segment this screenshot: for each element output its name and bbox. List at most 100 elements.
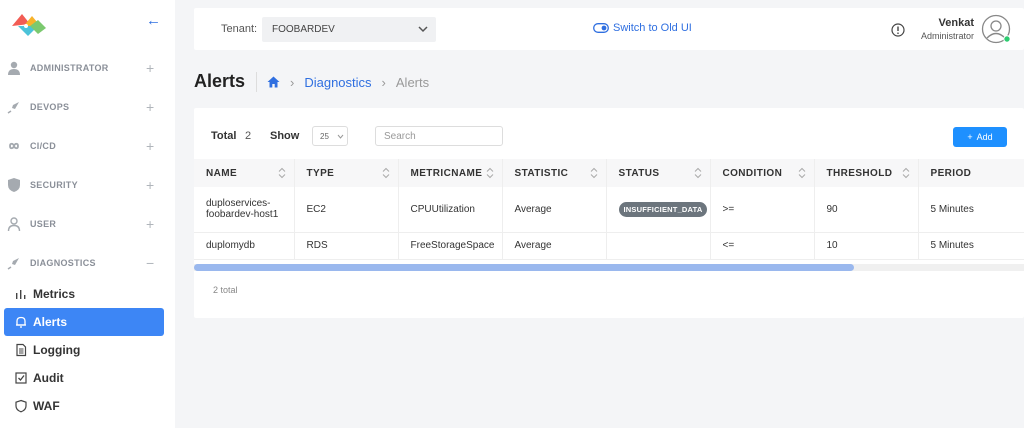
toggle-icon xyxy=(593,23,609,33)
column-header-condition[interactable]: CONDITION xyxy=(710,159,815,187)
sort-icon[interactable] xyxy=(902,167,910,179)
top-bar: Tenant: FOOBARDEV Switch to Old UI Venka… xyxy=(194,8,1024,50)
column-label: PERIOD xyxy=(930,167,972,179)
page-size-select[interactable]: 25 xyxy=(312,126,348,146)
sidebar-item-alerts[interactable]: Alerts xyxy=(4,308,164,336)
cell-status: INSUFFICIENT_DATA xyxy=(606,187,711,233)
page-size-value: 25 xyxy=(320,132,329,141)
tenant-label: Tenant: xyxy=(221,23,258,35)
sidebar-item-logging[interactable]: Logging xyxy=(4,336,164,364)
cell-threshold: 90 xyxy=(814,187,919,233)
sidebar-item-metrics[interactable]: Metrics xyxy=(4,280,164,308)
plus-icon: + xyxy=(967,132,973,142)
cell-type: RDS xyxy=(294,232,399,260)
cell-statistic: Average xyxy=(502,187,607,233)
column-label: STATUS xyxy=(618,167,660,179)
alerts-table: NAME TYPE METRICNAME STATISTIC STATUS CO… xyxy=(194,159,1024,260)
expand-icon[interactable]: + xyxy=(146,138,154,154)
bar-chart-icon xyxy=(14,287,28,301)
chevron-down-icon xyxy=(337,133,344,140)
switch-old-ui-link[interactable]: Switch to Old UI xyxy=(593,22,692,34)
sidebar-item-label: Alerts xyxy=(33,315,68,329)
alerts-card: Total 2 Show 25 + Add NAME TYPE METRICNA… xyxy=(194,108,1024,318)
search-input[interactable] xyxy=(375,126,503,146)
nav-label: CI/CD xyxy=(30,141,56,151)
expand-icon[interactable]: + xyxy=(146,99,154,115)
breadcrumb-diagnostics[interactable]: Diagnostics xyxy=(304,75,371,90)
nav-cicd[interactable]: CI/CD + xyxy=(0,134,175,158)
sort-icon[interactable] xyxy=(278,167,286,179)
home-icon[interactable] xyxy=(267,76,280,88)
sidebar-item-audit[interactable]: Audit xyxy=(4,364,164,392)
table-footer-total: 2 total xyxy=(213,285,238,295)
column-label: NAME xyxy=(206,167,238,179)
column-header-type[interactable]: TYPE xyxy=(294,159,399,187)
sort-icon[interactable] xyxy=(382,167,390,179)
column-header-name[interactable]: NAME xyxy=(194,159,295,187)
cell-type: EC2 xyxy=(294,187,399,233)
column-label: THRESHOLD xyxy=(826,167,893,179)
sort-icon[interactable] xyxy=(590,167,598,179)
cell-period: 5 Minutes xyxy=(918,232,1024,260)
sort-icon[interactable] xyxy=(694,167,702,179)
column-label: CONDITION xyxy=(722,167,783,179)
rocket-icon xyxy=(6,99,22,115)
nav-devops[interactable]: DEVOPS + xyxy=(0,95,175,119)
cell-condition: <= xyxy=(710,232,815,260)
nav-label: DEVOPS xyxy=(30,102,70,112)
breadcrumb-current: Alerts xyxy=(395,74,430,90)
chevron-down-icon xyxy=(417,23,429,35)
collapse-icon[interactable]: − xyxy=(146,255,154,271)
cell-metric: FreeStorageSpace xyxy=(398,232,503,260)
add-label: Add xyxy=(976,132,993,142)
nav-security[interactable]: SECURITY + xyxy=(0,173,175,197)
column-header-metricname[interactable]: METRICNAME xyxy=(398,159,503,187)
document-icon xyxy=(14,343,28,357)
sidebar-item-waf[interactable]: WAF xyxy=(4,392,164,420)
breadcrumb-separator: › xyxy=(381,74,386,90)
total-count: 2 xyxy=(245,130,252,142)
nav-label: USER xyxy=(30,219,57,229)
nav-label: SECURITY xyxy=(30,180,78,190)
cell-status xyxy=(606,232,711,260)
page-title: Alerts xyxy=(194,71,246,91)
column-header-threshold[interactable]: THRESHOLD xyxy=(814,159,919,187)
infinity-icon xyxy=(6,138,22,154)
column-header-status[interactable]: STATUS xyxy=(606,159,711,187)
nav-diagnostics[interactable]: DIAGNOSTICS − xyxy=(0,251,175,275)
switch-label: Switch to Old UI xyxy=(613,22,692,34)
cell-statistic: Average xyxy=(502,232,607,260)
collapse-sidebar-icon[interactable]: ← xyxy=(146,12,161,29)
cell-name: duploservices-foobardev-host1 xyxy=(194,187,295,233)
horizontal-scrollbar[interactable] xyxy=(194,264,1024,271)
tenant-value: FOOBARDEV xyxy=(272,24,335,35)
nav-label: ADMINISTRATOR xyxy=(30,63,109,73)
table-row[interactable]: duplomydb RDS FreeStorageSpace Average <… xyxy=(194,232,1024,260)
scrollbar-thumb[interactable] xyxy=(194,264,854,271)
sidebar-item-label: Logging xyxy=(33,343,81,357)
sort-icon[interactable] xyxy=(486,167,494,179)
cell-period: 5 Minutes xyxy=(918,187,1024,233)
shield-icon xyxy=(6,177,22,193)
sort-icon[interactable] xyxy=(798,167,806,179)
status-badge: INSUFFICIENT_DATA xyxy=(618,201,708,217)
cell-metric: CPUUtilization xyxy=(398,187,503,233)
column-header-period[interactable]: PERIOD xyxy=(918,159,1024,187)
add-button[interactable]: + Add xyxy=(953,127,1007,147)
nav-label: DIAGNOSTICS xyxy=(30,258,96,268)
column-label: METRICNAME xyxy=(410,167,483,179)
duplo-logo-icon[interactable] xyxy=(8,10,48,38)
breadcrumb-separator: › xyxy=(290,74,295,90)
column-header-statistic[interactable]: STATISTIC xyxy=(502,159,607,187)
nav-user[interactable]: USER + xyxy=(0,212,175,236)
table-row[interactable]: duploservices-foobardev-host1 EC2 CPUUti… xyxy=(194,187,1024,233)
expand-icon[interactable]: + xyxy=(146,216,154,232)
expand-icon[interactable]: + xyxy=(146,60,154,76)
user-tie-icon xyxy=(6,60,22,76)
table-header-row: NAME TYPE METRICNAME STATISTIC STATUS CO… xyxy=(194,159,1024,187)
avatar[interactable] xyxy=(981,14,1011,44)
nav-administrator[interactable]: ADMINISTRATOR + xyxy=(0,56,175,80)
expand-icon[interactable]: + xyxy=(146,177,154,193)
tenant-select[interactable]: FOOBARDEV xyxy=(262,17,436,42)
user-name: Venkat xyxy=(938,17,974,29)
